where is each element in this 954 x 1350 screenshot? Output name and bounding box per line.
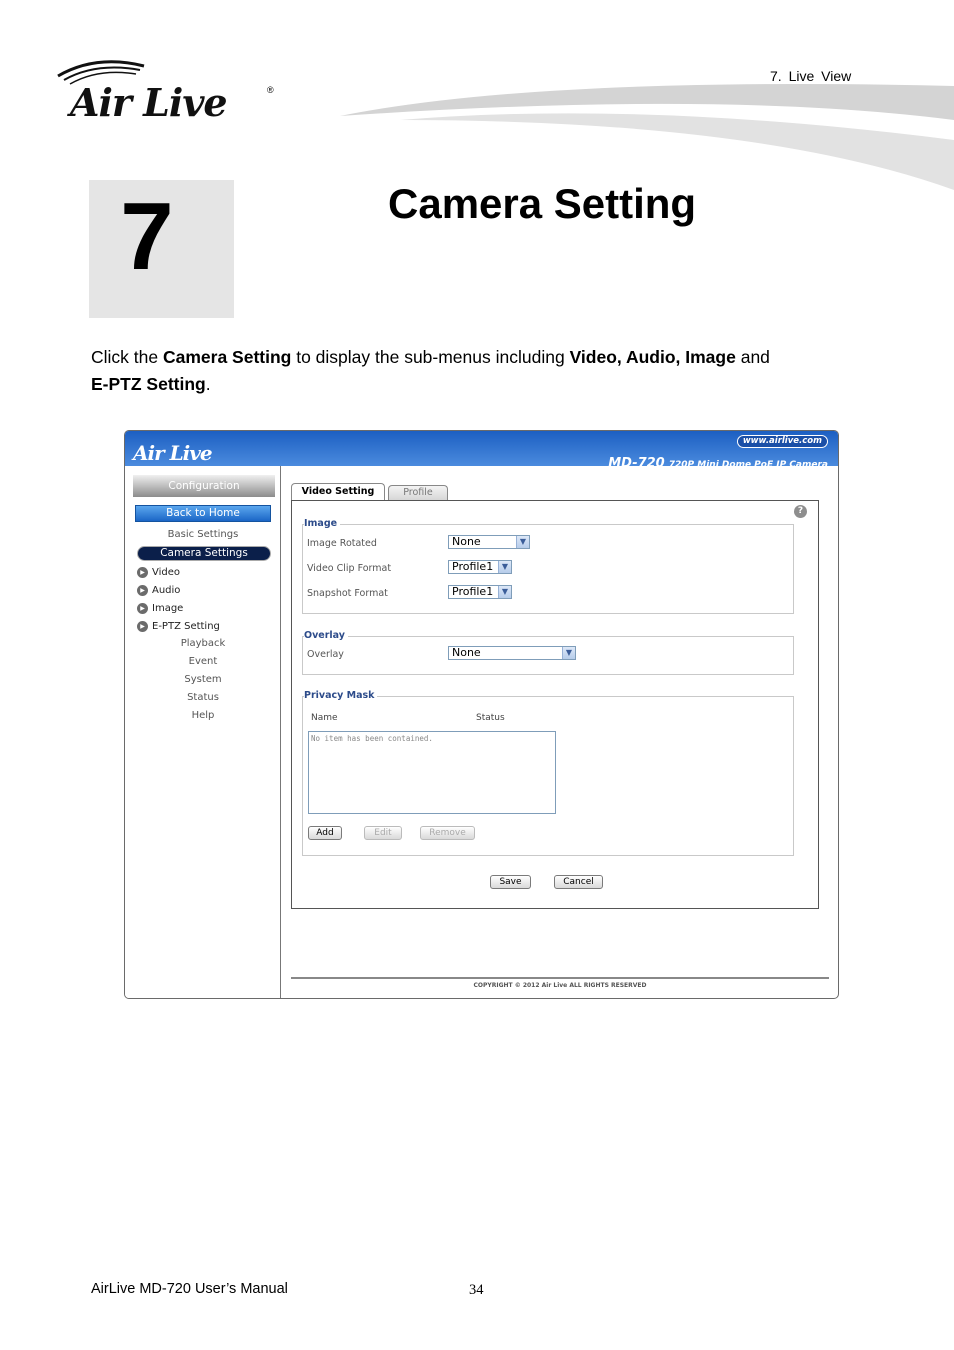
configuration-header: Configuration	[133, 475, 275, 497]
intro-text-2: to display the sub-menus including	[291, 347, 570, 367]
edit-button[interactable]: Edit	[364, 826, 402, 840]
sidebar-link-event[interactable]: Event	[125, 656, 281, 667]
chevron-down-icon: ▼	[562, 647, 575, 659]
sidebar-link-camera-settings[interactable]: Camera Settings	[137, 546, 271, 561]
chapter-number-box: 7	[89, 180, 234, 318]
column-header-status: Status	[476, 713, 505, 723]
copyright-text: COPYRIGHT © 2012 Air Live ALL RIGHTS RES…	[473, 982, 647, 989]
sidebar-link-basic-settings[interactable]: Basic Settings	[125, 529, 281, 540]
chapter-title: Camera Setting	[388, 180, 697, 227]
back-to-home-button[interactable]: Back to Home	[135, 505, 271, 522]
chevron-down-icon: ▼	[516, 536, 529, 548]
airlive-logo: Air Live ®	[56, 58, 286, 125]
sidebar-link-system[interactable]: System	[125, 674, 281, 685]
intro-text-3: and	[735, 347, 770, 367]
empty-list-message: No item has been contained.	[311, 734, 433, 743]
video-setting-panel: ? Image Image Rotated None ▼ Video Clip F…	[291, 500, 819, 909]
intro-bold-eptz: E-PTZ Setting	[91, 374, 206, 394]
overlay-value: None	[452, 646, 481, 659]
save-button[interactable]: Save	[490, 875, 531, 889]
video-clip-format-value: Profile1	[452, 560, 494, 573]
overlay-select[interactable]: None ▼	[448, 646, 576, 660]
intro-text-1: Click the	[91, 347, 163, 367]
chapter-number: 7	[120, 183, 174, 290]
cancel-button[interactable]: Cancel	[554, 875, 603, 889]
overlay-legend: Overlay	[304, 630, 348, 641]
image-fieldset: Image Image Rotated None ▼ Video Clip For…	[302, 518, 794, 614]
sidebar-subitem-label: Image	[152, 602, 184, 614]
page-number: 34	[469, 1282, 484, 1298]
chevron-down-icon: ▼	[498, 586, 511, 598]
chevron-down-icon: ▼	[498, 561, 511, 573]
sidebar-link-status[interactable]: Status	[125, 692, 281, 703]
sidebar-subitem-eptz[interactable]: ▶ E-PTZ Setting	[137, 619, 220, 633]
tab-strip: Video Setting Profile	[291, 481, 818, 501]
image-rotated-value: None	[452, 535, 481, 548]
snapshot-format-select[interactable]: Profile1 ▼	[448, 585, 512, 599]
tab-video-setting[interactable]: Video Setting	[291, 483, 385, 501]
camera-ui-logo-text: Air Live	[133, 441, 213, 465]
arrow-bullet-icon: ▶	[137, 584, 148, 596]
sidebar-subitem-image[interactable]: ▶ Image	[137, 601, 183, 615]
sidebar-subitem-label: Audio	[152, 584, 181, 596]
arrow-bullet-icon: ▶	[137, 566, 148, 578]
privacy-mask-list[interactable]: No item has been contained.	[308, 731, 556, 814]
camera-ui-logo: Air Live	[133, 433, 243, 465]
sidebar-subitem-video[interactable]: ▶ Video	[137, 565, 180, 579]
intro-bold-camera-setting: Camera Setting	[162, 347, 292, 367]
intro-paragraph: Click the Camera Setting to display the …	[91, 344, 871, 398]
image-rotated-label: Image Rotated	[307, 538, 377, 549]
video-clip-format-label: Video Clip Format	[307, 563, 392, 574]
image-legend: Image	[304, 518, 341, 529]
website-url-badge[interactable]: www.airlive.com	[736, 435, 828, 448]
image-rotated-select[interactable]: None ▼	[448, 535, 530, 549]
add-button[interactable]: Add	[308, 826, 342, 840]
column-header-name: Name	[311, 713, 338, 723]
intro-bold-submenus: Video, Audio, Image	[569, 347, 736, 367]
video-clip-format-select[interactable]: Profile1 ▼	[448, 560, 512, 574]
snapshot-format-label: Snapshot Format	[307, 588, 388, 599]
intro-text-4: .	[205, 374, 211, 394]
registered-mark: ®	[267, 85, 274, 95]
help-icon[interactable]: ?	[794, 505, 807, 518]
footer-divider	[291, 977, 829, 979]
camera-ui-topbar: Air Live www.airlive.com MD-720 720P Mini…	[125, 431, 838, 471]
sidebar-link-help[interactable]: Help	[125, 710, 281, 721]
remove-button[interactable]: Remove	[420, 826, 475, 840]
arrow-bullet-icon: ▶	[137, 620, 148, 632]
logo-wordmark: Air Live	[70, 80, 228, 125]
camera-ui-sidebar: Configuration Back to Home Basic Setting…	[125, 466, 281, 998]
camera-ui-main: Video Setting Profile ? Image Image Rota…	[282, 466, 838, 998]
camera-ui-screenshot: Air Live www.airlive.com MD-720 720P Mini…	[124, 430, 839, 999]
manual-title-footer: AirLive MD-720 User’s Manual	[91, 1281, 288, 1297]
arrow-bullet-icon: ▶	[137, 602, 148, 614]
overlay-fieldset: Overlay Overlay None ▼	[302, 630, 794, 675]
sidebar-subitem-audio[interactable]: ▶ Audio	[137, 583, 180, 597]
sidebar-subitem-label: E-PTZ Setting	[152, 620, 220, 632]
snapshot-format-value: Profile1	[452, 585, 494, 598]
privacy-mask-legend: Privacy Mask	[304, 690, 378, 701]
sidebar-link-playback[interactable]: Playback	[125, 638, 281, 649]
overlay-label: Overlay	[307, 649, 344, 660]
sidebar-subitem-label: Video	[152, 566, 181, 578]
tab-profile[interactable]: Profile	[388, 485, 448, 501]
privacy-mask-fieldset: Privacy Mask Name Status No item has bee…	[302, 690, 794, 856]
